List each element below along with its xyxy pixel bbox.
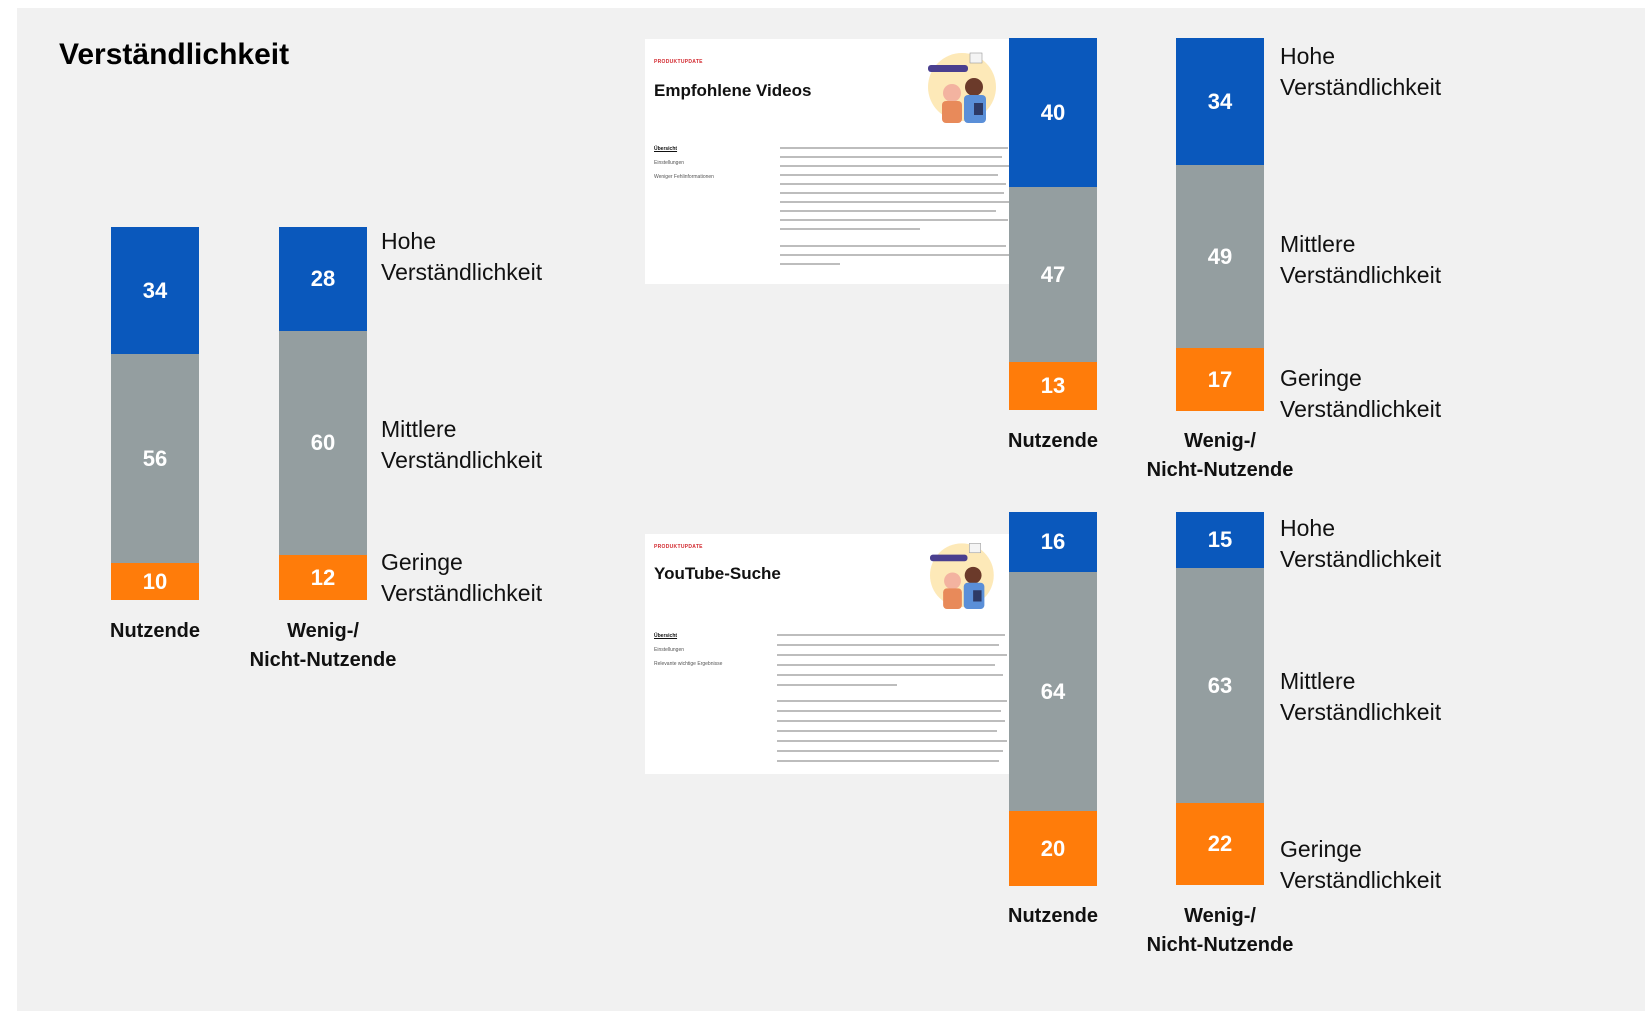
bar-segment-hoch: 15 bbox=[1176, 512, 1264, 568]
nav-item[interactable]: Übersicht bbox=[654, 629, 722, 643]
category-label: Wenig-/ Nicht-Nutzende bbox=[249, 620, 397, 671]
bar-segment-hoch: 34 bbox=[111, 227, 199, 354]
category-label: Nutzende bbox=[1008, 905, 1098, 927]
bar-segment-gering: 10 bbox=[111, 563, 199, 600]
bar-segment-hoch: 40 bbox=[1009, 38, 1097, 187]
legend-label-mittel: Mittlere Verständlichkeit bbox=[381, 416, 543, 473]
bar-segment-mittel: 64 bbox=[1009, 572, 1097, 811]
bar-segment-hoch: 16 bbox=[1009, 512, 1097, 572]
bar-value-label: 60 bbox=[310, 430, 336, 455]
nav-item[interactable]: Relevante wichtige Ergebnisse bbox=[654, 657, 722, 671]
bar-segment-mittel: 63 bbox=[1176, 568, 1264, 803]
bar-value-label: 64 bbox=[1040, 678, 1066, 704]
bar-segment-gering: 17 bbox=[1176, 348, 1264, 411]
illustration-icon bbox=[928, 52, 996, 123]
bar-value-label: 15 bbox=[1207, 527, 1233, 552]
card-nav: Übersicht Einstellungen Weniger Fehlinfo… bbox=[654, 142, 714, 184]
bar-value-label: 20 bbox=[1040, 835, 1066, 861]
legend-label-hoch: Hohe Verständlichkeit bbox=[381, 228, 543, 285]
bar-value-label: 56 bbox=[142, 445, 168, 471]
bar-value-label: 28 bbox=[310, 266, 336, 291]
bar-value-label: 22 bbox=[1207, 831, 1233, 856]
category-label: Nutzende bbox=[110, 620, 200, 642]
card-title: Empfohlene Videos bbox=[654, 81, 812, 100]
bar-segment-gering: 13 bbox=[1009, 362, 1097, 410]
legend-label-hoch: Hohe Verständlichkeit bbox=[1280, 43, 1442, 100]
nav-item[interactable]: Einstellungen bbox=[654, 643, 722, 657]
page-title: Verständlichkeit bbox=[59, 38, 290, 71]
nav-item[interactable]: Übersicht bbox=[654, 142, 714, 156]
illustration-icon bbox=[930, 543, 994, 609]
bar-segment-gering: 12 bbox=[279, 555, 367, 600]
nav-item[interactable]: Einstellungen bbox=[654, 156, 714, 170]
bar-segment-hoch: 28 bbox=[279, 227, 367, 331]
bar-segment-gering: 22 bbox=[1176, 803, 1264, 885]
bar-segment-mittel: 60 bbox=[279, 331, 367, 555]
bar-value-label: 63 bbox=[1207, 672, 1233, 698]
bar-segment-gering: 20 bbox=[1009, 811, 1097, 886]
bar-value-label: 17 bbox=[1207, 366, 1233, 392]
slide: Verständlichkeit PRODUKTUPDATE Empfohlen… bbox=[17, 8, 1645, 1011]
bar-value-label: 13 bbox=[1040, 373, 1066, 398]
category-label: Wenig-/ Nicht-Nutzende bbox=[1146, 430, 1294, 481]
nav-item[interactable]: Weniger Fehlinformationen bbox=[654, 170, 714, 184]
legend-label-gering: Geringe Verständlichkeit bbox=[1280, 836, 1442, 893]
bar-value-label: 40 bbox=[1040, 99, 1066, 125]
bar-value-label: 34 bbox=[1207, 88, 1233, 114]
bar-value-label: 47 bbox=[1040, 261, 1066, 287]
card-kicker: PRODUKTUPDATE bbox=[654, 59, 703, 65]
legend-label-gering: Geringe Verständlichkeit bbox=[381, 549, 543, 606]
bar-value-label: 34 bbox=[142, 277, 168, 303]
bar-value-label: 49 bbox=[1207, 243, 1233, 269]
screenshot-card-youtube-suche: PRODUKTUPDATE YouTube-Suche Übersicht Ei… bbox=[645, 534, 1020, 774]
legend-label-gering: Geringe Verständlichkeit bbox=[1280, 365, 1442, 422]
screenshot-card-empfohlene-videos: PRODUKTUPDATE Empfohlene Videos Übersich… bbox=[645, 39, 1020, 284]
card-kicker: PRODUKTUPDATE bbox=[654, 544, 703, 550]
bar-segment-hoch: 34 bbox=[1176, 38, 1264, 165]
bar-segment-mittel: 47 bbox=[1009, 187, 1097, 362]
bar-value-label: 10 bbox=[142, 568, 168, 594]
bar-segment-mittel: 49 bbox=[1176, 165, 1264, 348]
legend-label-mittel: Mittlere Verständlichkeit bbox=[1280, 231, 1442, 288]
bar-value-label: 12 bbox=[310, 564, 336, 590]
legend-label-mittel: Mittlere Verständlichkeit bbox=[1280, 668, 1442, 725]
bar-value-label: 16 bbox=[1040, 529, 1066, 554]
card-nav: Übersicht Einstellungen Relevante wichti… bbox=[654, 629, 722, 671]
bar-segment-mittel: 56 bbox=[111, 354, 199, 563]
legend-label-hoch: Hohe Verständlichkeit bbox=[1280, 515, 1442, 572]
category-label: Nutzende bbox=[1008, 430, 1098, 452]
category-label: Wenig-/ Nicht-Nutzende bbox=[1146, 905, 1294, 956]
card-title: YouTube-Suche bbox=[654, 564, 781, 583]
